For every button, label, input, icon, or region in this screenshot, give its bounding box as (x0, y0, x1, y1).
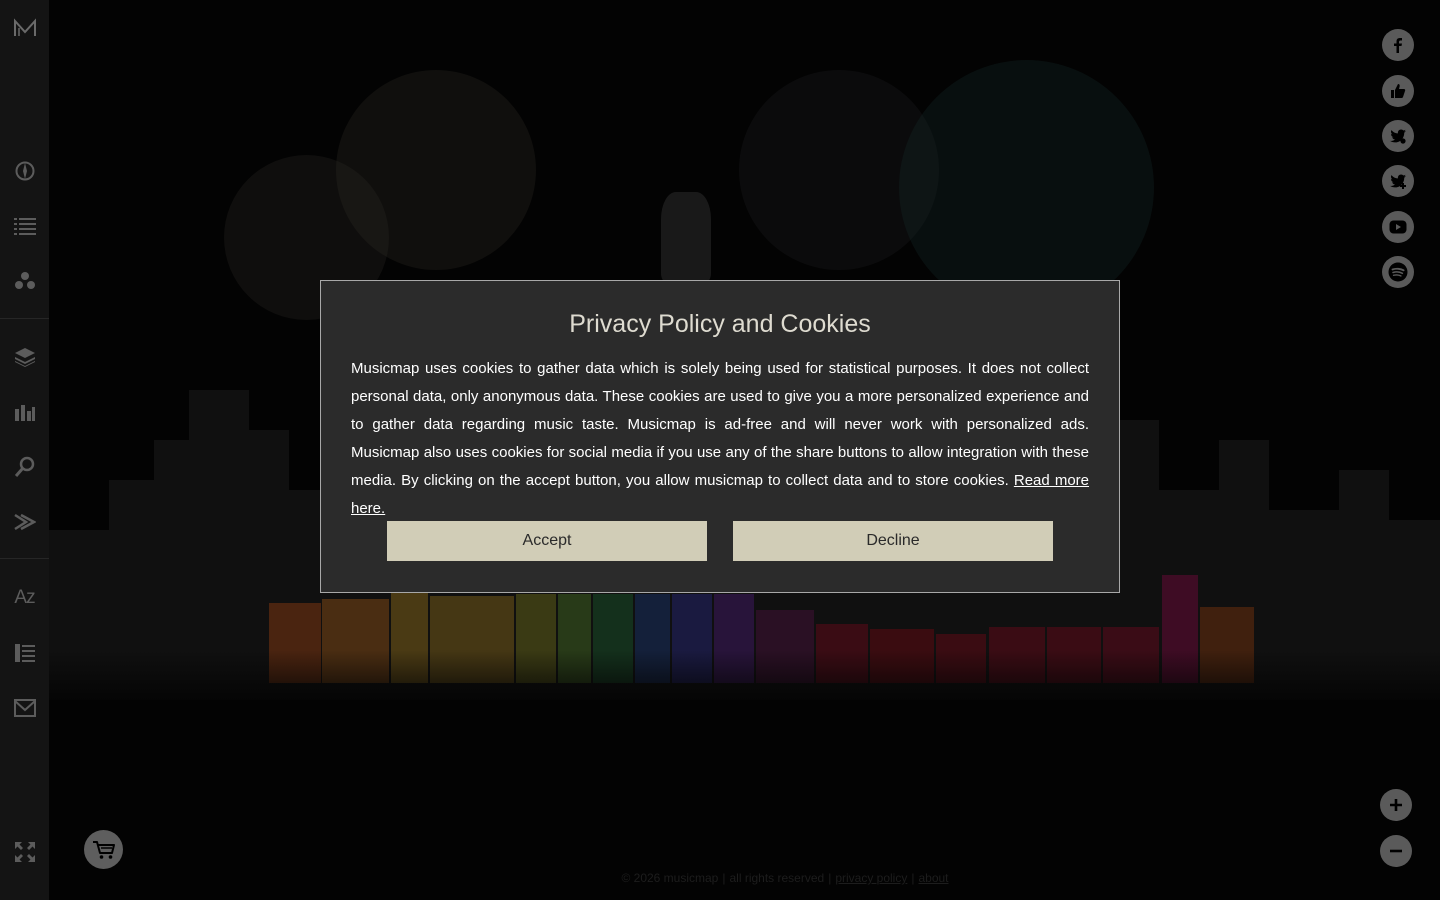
dialog-title: Privacy Policy and Cookies (569, 310, 871, 338)
zoom-out-button[interactable] (1380, 835, 1412, 867)
thumbs-up-icon[interactable] (1382, 75, 1414, 107)
minus-icon (1390, 849, 1402, 853)
facebook-icon[interactable] (1382, 29, 1414, 61)
accept-button[interactable]: Accept (387, 521, 707, 561)
compass-icon[interactable] (0, 151, 49, 191)
privacy-policy-link[interactable]: privacy policy (835, 871, 907, 885)
cart-icon (92, 840, 115, 859)
rights-text: all rights reserved (729, 871, 825, 885)
copyright-text: © 2026 musicmap (621, 871, 719, 885)
search-icon[interactable] (0, 447, 49, 487)
network-icon[interactable] (0, 261, 49, 301)
musicmap-logo-icon[interactable] (0, 8, 49, 48)
about-link[interactable]: about (918, 871, 948, 885)
forward-arrow-icon[interactable] (0, 502, 49, 542)
plus-icon (1390, 799, 1402, 811)
fullscreen-icon[interactable] (0, 832, 49, 872)
alphabetical-icon[interactable]: Az (0, 578, 49, 618)
list-icon[interactable] (0, 206, 49, 246)
footer: © 2026 musicmap | all rights reserved | priv… (621, 871, 949, 885)
twitter-follow-icon[interactable] (1382, 165, 1414, 197)
zoom-in-button[interactable] (1380, 789, 1412, 821)
sidebar: Az (0, 0, 49, 900)
twitter-share-icon[interactable] (1382, 120, 1414, 152)
decline-button[interactable]: Decline (733, 521, 1053, 561)
cart-button[interactable] (84, 830, 123, 869)
bar-chart-icon[interactable] (0, 392, 49, 432)
alphabetical-label: Az (14, 587, 35, 608)
dialog-body: Musicmap uses cookies to gather data whi… (351, 355, 1089, 523)
youtube-icon[interactable] (1382, 211, 1414, 243)
layers-icon[interactable] (0, 337, 49, 377)
spotify-icon[interactable] (1382, 256, 1414, 288)
mail-icon[interactable] (0, 688, 49, 728)
dialog-body-text: Musicmap uses cookies to gather data whi… (351, 360, 1089, 489)
index-list-icon[interactable] (0, 633, 49, 673)
page: Az © 2026 musicmap | all rights reserved… (0, 0, 1440, 900)
privacy-dialog: Privacy Policy and Cookies Musicmap uses… (320, 280, 1120, 593)
